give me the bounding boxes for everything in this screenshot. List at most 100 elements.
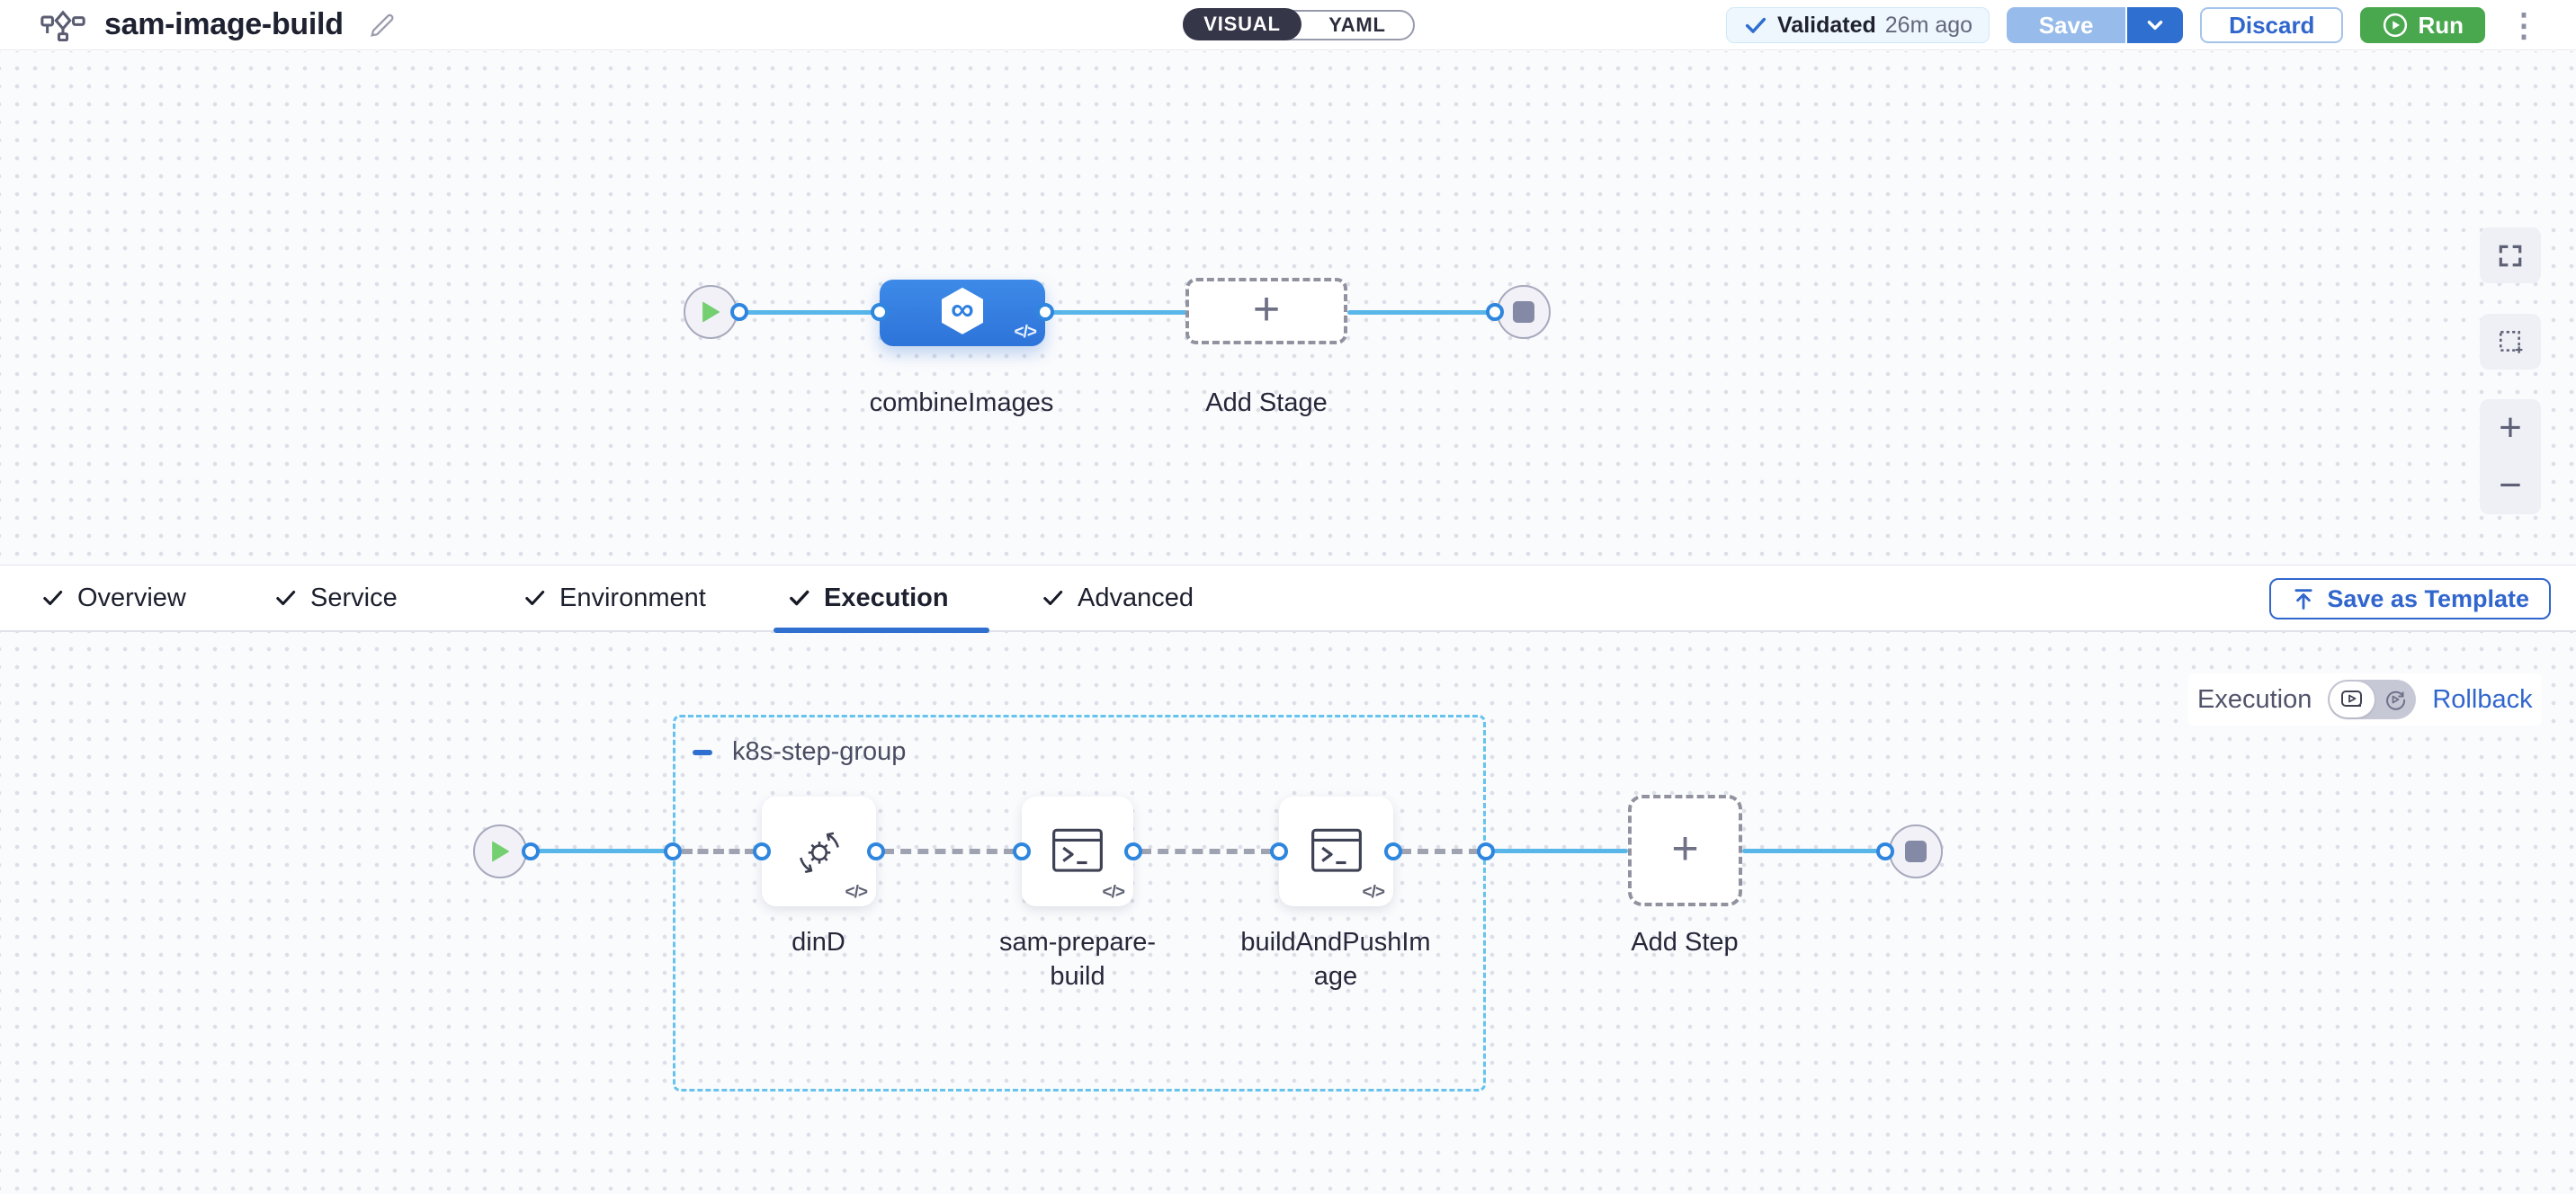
step-label: dinD (722, 925, 915, 959)
check-icon (1042, 586, 1065, 610)
header-actions: Validated 26m ago Save Discard Run (1726, 0, 2576, 50)
execution-start-node[interactable] (473, 824, 527, 878)
save-split-button: Save (2007, 7, 2183, 43)
active-tab-underline (774, 628, 989, 633)
tab-advanced[interactable]: Advanced (1042, 566, 1194, 630)
port[interactable] (871, 303, 889, 321)
stage-label: combineImages (870, 386, 1054, 420)
port[interactable] (867, 842, 885, 860)
pipeline-end-node[interactable] (1497, 285, 1551, 339)
rollback-link[interactable]: Rollback (2432, 685, 2532, 715)
add-step-button[interactable]: + (1628, 795, 1742, 906)
collapse-group-button[interactable] (693, 750, 712, 755)
port[interactable] (753, 842, 771, 860)
step-label: buildAndPushImage (1239, 925, 1432, 994)
validated-badge[interactable]: Validated 26m ago (1726, 7, 1990, 43)
connector-dashed (1400, 849, 1480, 854)
header: sam-image-build VISUAL YAML Validated 26… (0, 0, 2576, 50)
connector-dashed (1140, 849, 1272, 854)
header-left: sam-image-build (0, 7, 398, 42)
port[interactable] (1036, 303, 1054, 321)
stop-icon (1905, 841, 1927, 862)
port[interactable] (1486, 303, 1504, 321)
step-label: sam-prepare-build (981, 925, 1174, 994)
upload-icon (2291, 586, 2316, 611)
step-node-dind[interactable]: </> (762, 797, 876, 906)
chevron-down-icon (2143, 13, 2167, 37)
port[interactable] (1876, 842, 1894, 860)
add-step-label: Add Step (1631, 925, 1738, 959)
toggle-visual[interactable]: VISUAL (1183, 8, 1301, 40)
save-dropdown-button[interactable] (2127, 7, 2183, 43)
fullscreen-icon (2497, 242, 2524, 269)
validated-label: Validated (1777, 13, 1876, 39)
step-node-buildandpushimage[interactable]: </> (1279, 797, 1393, 906)
more-options-menu[interactable]: ⋮ (2502, 9, 2545, 41)
fullscreen-button[interactable] (2480, 227, 2541, 283)
check-icon (41, 586, 65, 610)
run-label: Run (2418, 12, 2464, 40)
zoom-controls: + − (2480, 399, 2541, 514)
save-button[interactable]: Save (2007, 7, 2127, 43)
step-group-label: k8s-step-group (732, 737, 906, 767)
execution-canvas[interactable]: Execution Rollback (0, 632, 2576, 1194)
port[interactable] (730, 303, 748, 321)
stage-canvas[interactable]: ∞ </> combineImages + Add Stage (0, 51, 2576, 565)
stage-type-icon: ∞ (942, 288, 983, 334)
terminal-icon (1051, 827, 1104, 876)
execution-mode-label: Execution (2197, 685, 2312, 715)
add-stage-label: Add Stage (1205, 386, 1327, 420)
code-icon[interactable]: </> (1103, 883, 1124, 903)
exec-rollback-switch: Execution Rollback (2188, 673, 2542, 726)
edit-pencil-icon[interactable] (367, 10, 398, 40)
docker-service-icon (792, 824, 847, 879)
save-as-template-button[interactable]: Save as Template (2269, 578, 2551, 619)
tab-service[interactable]: Service (274, 566, 398, 630)
toggle-yaml[interactable]: YAML (1301, 13, 1413, 37)
zoom-in-button[interactable]: + (2499, 410, 2522, 446)
stage-node-combineimages[interactable]: ∞ </> (880, 280, 1045, 346)
page-title: sam-image-build (104, 7, 344, 42)
tab-environment[interactable]: Environment (523, 566, 706, 630)
pipeline-start-node[interactable] (684, 285, 738, 339)
execution-end-node[interactable] (1889, 824, 1943, 878)
tab-overview[interactable]: Overview (41, 566, 186, 630)
config-tabbar: Overview Service Environment Execution A… (0, 565, 2576, 632)
play-icon (489, 840, 511, 863)
port[interactable] (1384, 842, 1402, 860)
run-button[interactable]: Run (2360, 7, 2485, 43)
step-node-sam-prepare-build[interactable]: </> (1022, 797, 1133, 906)
visual-yaml-toggle[interactable]: VISUAL YAML (1183, 10, 1415, 40)
zoom-out-button[interactable]: − (2499, 468, 2522, 503)
port[interactable] (664, 842, 682, 860)
validated-time: 26m ago (1885, 13, 1972, 39)
mode-switch-toggle[interactable] (2328, 680, 2416, 719)
rollback-icon (2384, 688, 2407, 711)
connector-dashed (682, 849, 756, 854)
connector (745, 310, 881, 315)
connector (1347, 310, 1495, 315)
step-group-header: k8s-step-group (693, 737, 906, 767)
add-stage-button[interactable]: + (1185, 278, 1347, 344)
tab-execution[interactable]: Execution (788, 566, 949, 630)
plus-icon: + (1671, 825, 1698, 872)
code-icon[interactable]: </> (845, 883, 867, 903)
code-icon[interactable]: </> (1015, 323, 1036, 343)
port[interactable] (1477, 842, 1495, 860)
multi-select-button[interactable] (2480, 314, 2541, 370)
check-icon (274, 586, 298, 610)
execution-mode-button[interactable] (2330, 682, 2375, 717)
terminal-icon (1310, 827, 1363, 876)
connector-dashed (883, 849, 1015, 854)
discard-button[interactable]: Discard (2200, 7, 2343, 43)
port[interactable] (1270, 842, 1288, 860)
check-icon (523, 586, 547, 610)
rollback-mode-button[interactable] (2375, 680, 2416, 719)
marquee-select-icon (2497, 328, 2524, 355)
code-icon[interactable]: </> (1363, 883, 1384, 903)
connector (1493, 849, 1628, 853)
port[interactable] (522, 842, 540, 860)
plus-icon: + (1253, 286, 1280, 333)
port[interactable] (1013, 842, 1031, 860)
port[interactable] (1124, 842, 1142, 860)
